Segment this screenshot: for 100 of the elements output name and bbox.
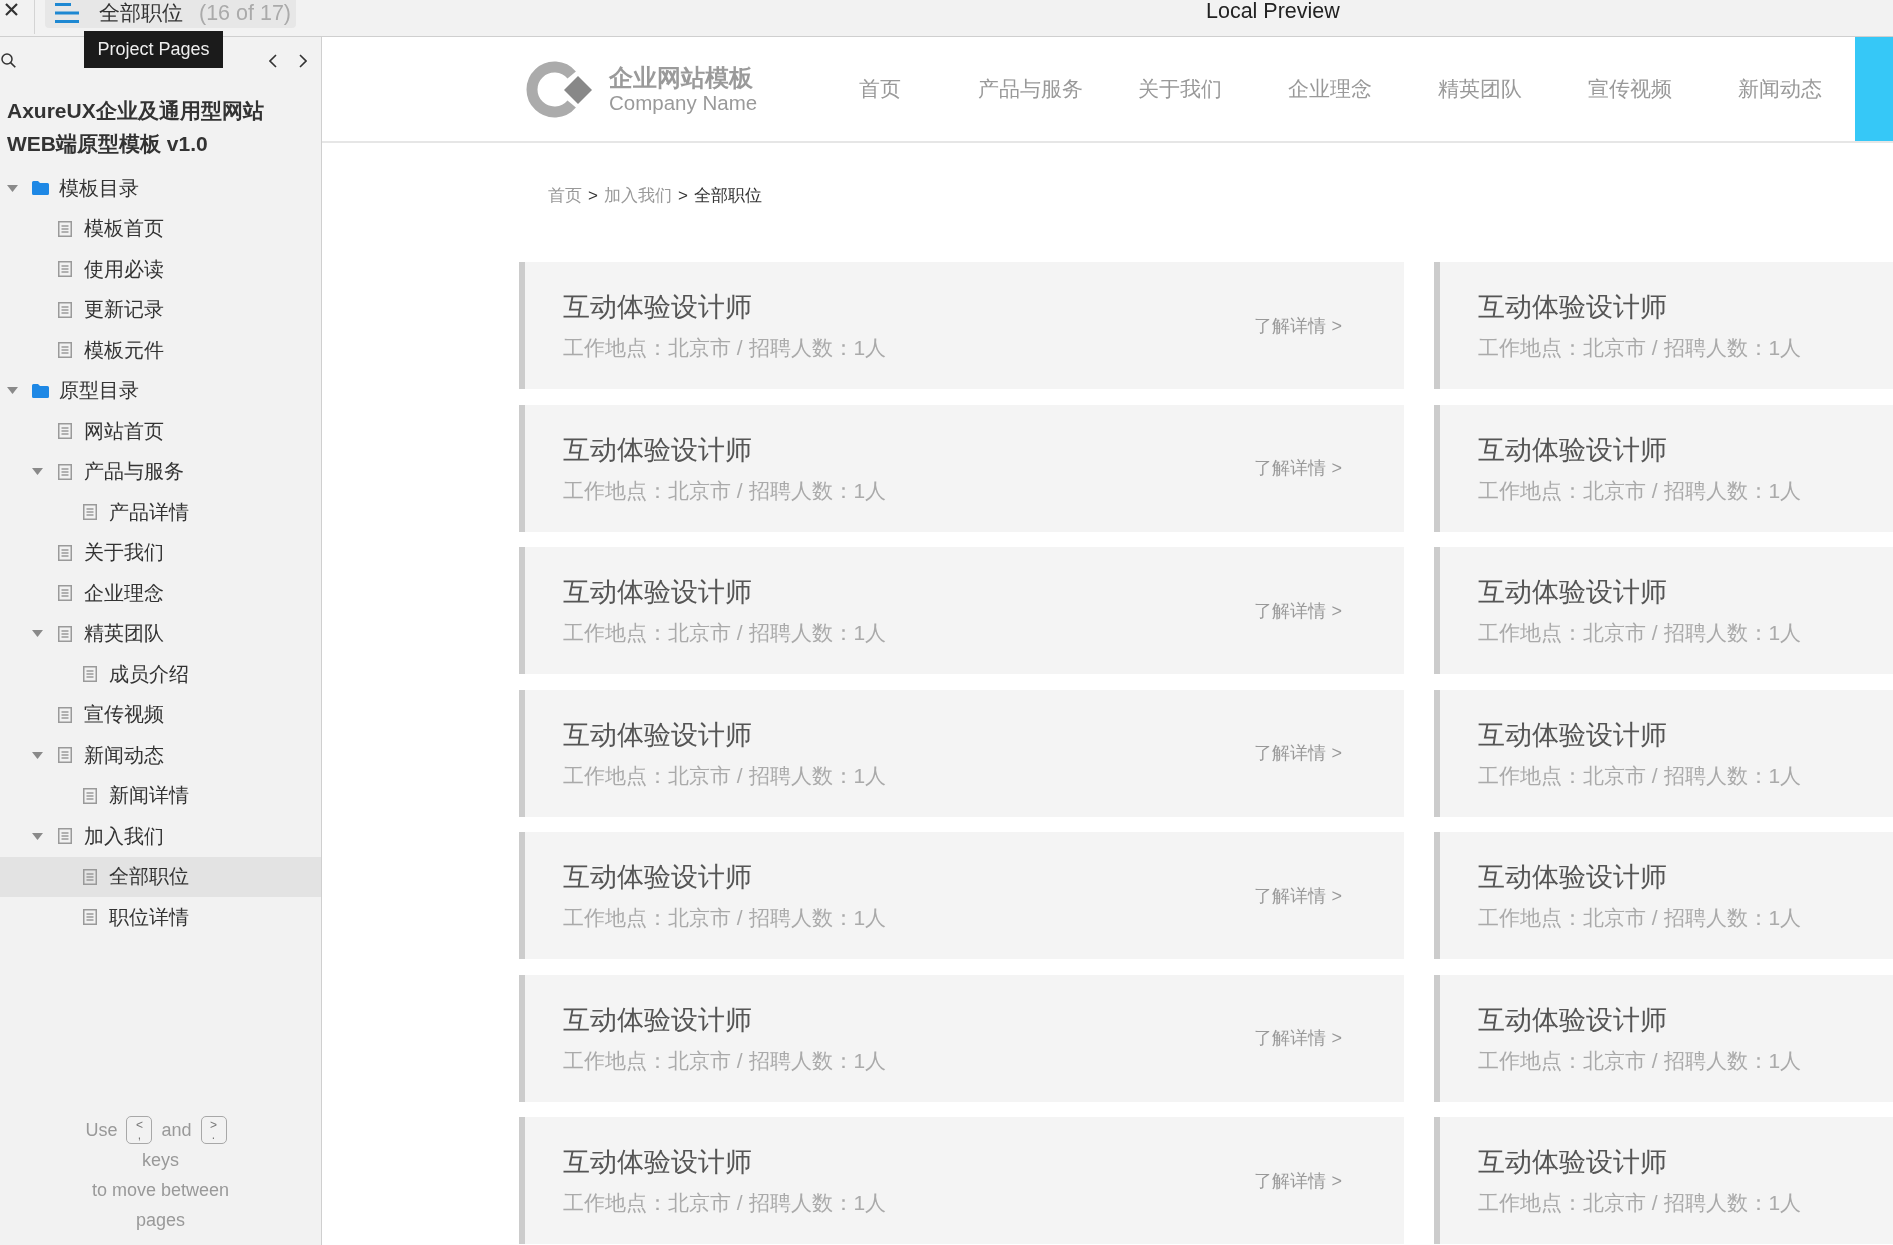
tree-item[interactable]: 企业理念 — [0, 573, 321, 614]
job-title: 互动体验设计师 — [563, 1003, 753, 1037]
job-meta: 工作地点：北京市 / 招聘人数：1人 — [1478, 1190, 1803, 1216]
job-meta: 工作地点：北京市 / 招聘人数：1人 — [1478, 477, 1803, 504]
job-card[interactable]: 互动体验设计师 工作地点：北京市 / 招聘人数：1人 了解详情 > — [519, 1117, 1404, 1244]
job-meta: 工作地点：北京市 / 招聘人数：1人 — [1478, 1047, 1803, 1074]
caret-icon[interactable] — [7, 387, 18, 395]
job-title: 互动体验设计师 — [563, 861, 753, 894]
close-icon — [5, 3, 18, 16]
tree-item[interactable]: 产品详情 — [0, 492, 321, 533]
tooltip: Project Pages — [84, 31, 223, 68]
tree-item[interactable]: 关于我们 — [0, 532, 321, 573]
job-card[interactable]: 互动体验设计师 工作地点：北京市 / 招聘人数：1人 — [1434, 262, 1893, 389]
tree-item[interactable]: 模板首页 — [0, 208, 321, 249]
page-icon — [58, 625, 72, 642]
hint-text: and — [161, 1119, 192, 1142]
preview-title: Local Preview — [1206, 0, 1340, 22]
previous-page-icon[interactable] — [269, 53, 277, 68]
caret-icon[interactable] — [7, 184, 18, 192]
page-icon — [83, 504, 97, 521]
tree-item[interactable]: 模板元件 — [0, 330, 321, 371]
job-card[interactable]: 互动体验设计师 工作地点：北京市 / 招聘人数：1人 — [1434, 832, 1893, 959]
caret-icon[interactable] — [32, 832, 43, 840]
page-icon — [58, 220, 72, 237]
job-card[interactable]: 互动体验设计师 工作地点：北京市 / 招聘人数：1人 — [1434, 689, 1893, 817]
job-meta: 工作地点：北京市 / 招聘人数：1人 — [1478, 620, 1803, 646]
breadcrumb-separator: > — [677, 186, 688, 206]
job-title: 互动体验设计师 — [1478, 1146, 1668, 1179]
search-icon[interactable] — [1, 53, 16, 68]
page-icon — [58, 423, 72, 440]
tree-item[interactable]: 更新记录 — [0, 289, 321, 330]
job-card[interactable]: 互动体验设计师 工作地点：北京市 / 招聘人数：1人 了解详情 > — [519, 974, 1404, 1102]
breadcrumb-current: 全部职位 — [693, 186, 762, 206]
job-card[interactable]: 互动体验设计师 工作地点：北京市 / 招聘人数：1人 了解详情 > — [519, 689, 1404, 817]
tree-item[interactable]: 全部职位 — [0, 856, 321, 897]
job-meta: 工作地点：北京市 / 招聘人数：1人 — [563, 1190, 888, 1216]
logo-mark — [526, 60, 593, 118]
folder-icon — [31, 383, 49, 398]
job-title: 互动体验设计师 — [1478, 576, 1668, 609]
tree-item[interactable]: 新闻详情 — [0, 775, 321, 816]
tree-item[interactable]: 加入我们 — [0, 816, 321, 857]
page-icon — [83, 787, 97, 804]
folder-icon — [31, 181, 49, 196]
tree-item[interactable]: 宣传视频 — [0, 694, 321, 735]
job-title: 互动体验设计师 — [563, 576, 753, 609]
page-icon — [83, 868, 97, 885]
job-meta: 工作地点：北京市 / 招聘人数：1人 — [1478, 335, 1803, 361]
keycap: < , — [126, 1116, 153, 1144]
page-icon — [58, 342, 72, 359]
job-meta: 工作地点：北京市 / 招聘人数：1人 — [563, 335, 888, 361]
job-card[interactable]: 互动体验设计师 工作地点：北京市 / 招聘人数：1人 了解详情 > — [519, 262, 1404, 389]
next-page-icon[interactable] — [299, 53, 307, 68]
job-title: 互动体验设计师 — [563, 1146, 753, 1179]
tree-item[interactable]: 成员介绍 — [0, 654, 321, 695]
page-icon — [83, 909, 97, 926]
tree-item[interactable]: 模板目录 — [0, 168, 321, 209]
job-card[interactable]: 互动体验设计师 工作地点：北京市 / 招聘人数：1人 了解详情 > — [519, 404, 1404, 532]
menu-icon — [55, 3, 79, 23]
tree-item[interactable]: 使用必读 — [0, 249, 321, 290]
tree-item[interactable]: 精英团队 — [0, 613, 321, 654]
hint-text: Use — [85, 1119, 118, 1142]
job-meta: 工作地点：北京市 / 招聘人数：1人 — [563, 762, 888, 789]
tree-item[interactable]: 新闻动态 — [0, 735, 321, 776]
page-icon — [83, 666, 97, 683]
project-title: AxureUX企业及通用型网站 WEB端原型模板 v1.0 — [6, 98, 265, 157]
caret-icon[interactable] — [32, 751, 43, 759]
job-title: 互动体验设计师 — [1478, 1003, 1668, 1037]
page-icon — [58, 585, 72, 602]
logo-subtitle: Company Name — [609, 91, 758, 114]
job-card[interactable]: 互动体验设计师 工作地点：北京市 / 招聘人数：1人 — [1434, 1117, 1893, 1244]
tree-item[interactable]: 网站首页 — [0, 411, 321, 452]
job-card[interactable]: 互动体验设计师 工作地点：北京市 / 招聘人数：1人 了解详情 > — [519, 832, 1404, 959]
page-icon — [58, 706, 72, 723]
job-card[interactable]: 互动体验设计师 工作地点：北京市 / 招聘人数：1人 了解详情 > — [519, 547, 1404, 674]
page-icon — [58, 828, 72, 845]
page-tab[interactable]: 全部职位 (16 of 17) — [45, 0, 297, 28]
keycap: > . — [200, 1116, 227, 1144]
logo-title: 企业网站模板 — [609, 64, 754, 92]
caret-icon[interactable] — [32, 630, 43, 638]
job-title: 互动体验设计师 — [1478, 433, 1668, 467]
hint-text: keys to move between pages — [91, 1149, 230, 1232]
job-card[interactable]: 互动体验设计师 工作地点：北京市 / 招聘人数：1人 — [1434, 404, 1893, 532]
job-title: 互动体验设计师 — [563, 433, 753, 467]
page-icon — [58, 261, 72, 278]
job-meta: 工作地点：北京市 / 招聘人数：1人 — [563, 477, 888, 504]
job-meta: 工作地点：北京市 / 招聘人数：1人 — [563, 905, 888, 931]
page-icon — [58, 463, 72, 480]
job-card[interactable]: 互动体验设计师 工作地点：北京市 / 招聘人数：1人 — [1434, 547, 1893, 674]
job-card[interactable]: 互动体验设计师 工作地点：北京市 / 招聘人数：1人 — [1434, 974, 1893, 1102]
job-meta: 工作地点：北京市 / 招聘人数：1人 — [1478, 905, 1803, 931]
job-meta: 工作地点：北京市 / 招聘人数：1人 — [1478, 762, 1803, 789]
caret-icon[interactable] — [32, 468, 43, 476]
job-title: 互动体验设计师 — [1478, 718, 1668, 752]
job-meta: 工作地点：北京市 / 招聘人数：1人 — [563, 620, 888, 646]
tree-item[interactable]: 原型目录 — [0, 370, 321, 411]
job-meta: 工作地点：北京市 / 招聘人数：1人 — [563, 1047, 888, 1074]
job-title: 互动体验设计师 — [1478, 291, 1668, 324]
tree-item[interactable]: 职位详情 — [0, 897, 321, 938]
job-title: 互动体验设计师 — [563, 718, 753, 752]
tree-item[interactable]: 产品与服务 — [0, 451, 321, 492]
